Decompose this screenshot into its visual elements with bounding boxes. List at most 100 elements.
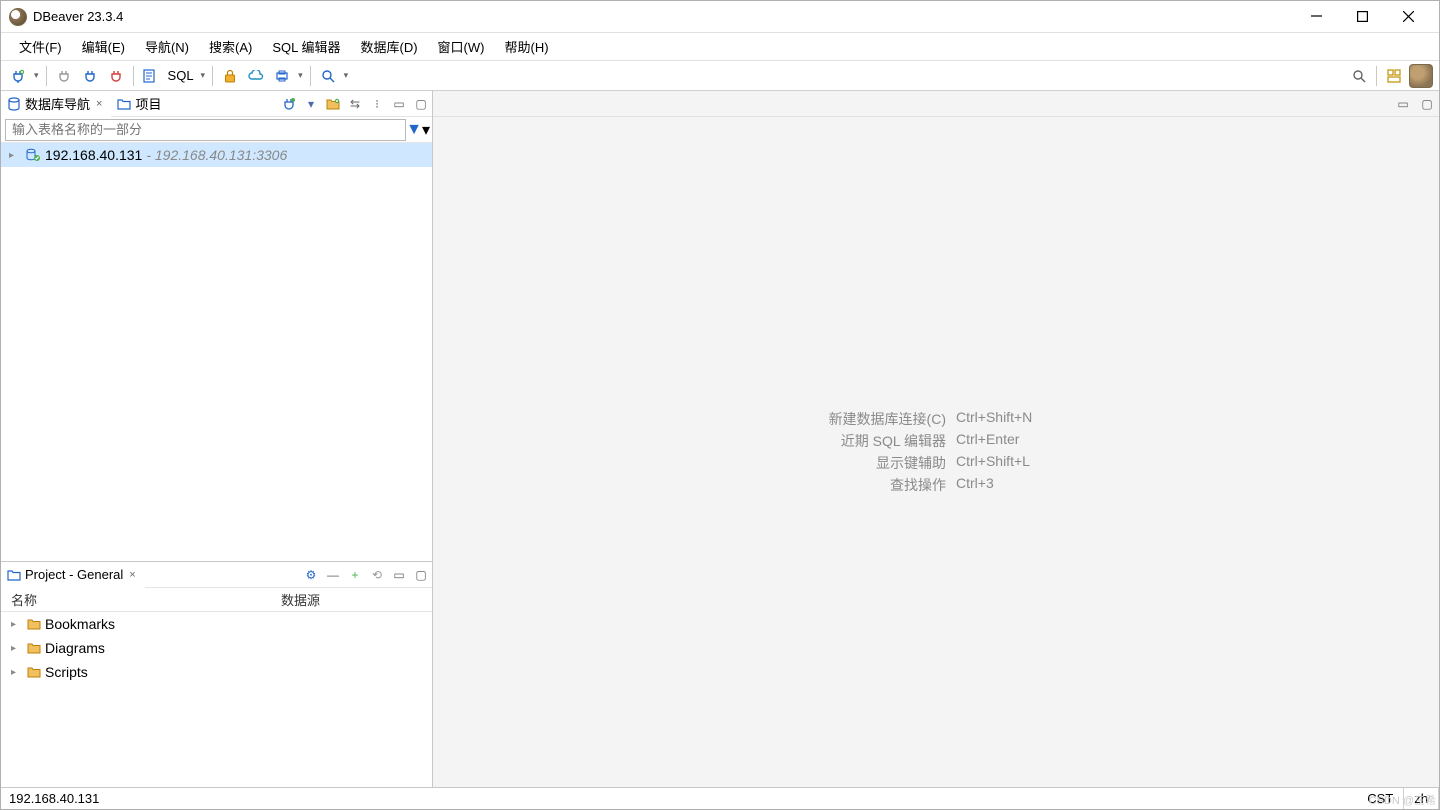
new-connection-button[interactable]: [7, 65, 29, 87]
item-label: Bookmarks: [45, 616, 115, 632]
close-icon[interactable]: ×: [127, 569, 137, 581]
editor-tab-row: ▭ ▢: [433, 91, 1439, 117]
column-datasource: 数据源: [281, 590, 320, 609]
tab-projects[interactable]: 项目: [111, 91, 168, 117]
connect-button[interactable]: [53, 65, 75, 87]
navigator-tree: ▸ 192.168.40.131 - 192.168.40.131:3306: [1, 143, 432, 561]
folder-icon: [27, 666, 41, 678]
reconnect-button[interactable]: [79, 65, 101, 87]
expand-icon[interactable]: ▸: [11, 643, 23, 654]
connection-meta: - 192.168.40.131:3306: [146, 147, 287, 163]
dbeaver-perspective-button[interactable]: [1409, 65, 1433, 87]
menu-sql-editor[interactable]: SQL 编辑器: [262, 34, 350, 59]
folder-icon: [27, 618, 41, 630]
minimize-panel-button[interactable]: ▢: [411, 94, 431, 114]
app-icon: [9, 8, 27, 26]
global-search-button[interactable]: [1348, 65, 1370, 87]
filter-button[interactable]: ▼: [406, 121, 422, 139]
navigator-filter-row: ▼ ▾: [1, 117, 432, 143]
dropdown-icon[interactable]: ▾: [198, 70, 209, 81]
menu-search[interactable]: 搜索(A): [199, 34, 262, 59]
navigator-tab-row: 数据库导航 × 项目 ▾ ⇆: [1, 91, 432, 117]
perspective-button[interactable]: [1383, 65, 1405, 87]
collapse-all-button[interactable]: ⇆: [345, 94, 365, 114]
menu-bar: 文件(F) 编辑(E) 导航(N) 搜索(A) SQL 编辑器 数据库(D) 窗…: [1, 33, 1439, 61]
welcome-hints: 新建数据库连接(C) Ctrl+Shift+N 近期 SQL 编辑器 Ctrl+…: [433, 117, 1439, 787]
project-panel: Project - General × ⚙ — + ⟲ ▭ ▢ 名称 数据源: [1, 562, 432, 787]
watermark: CSDN @三希: [1369, 792, 1436, 808]
disconnect-button[interactable]: [105, 65, 127, 87]
menu-window[interactable]: 窗口(W): [428, 34, 495, 59]
view-menu-button[interactable]: ▭: [389, 94, 409, 114]
navigator-filter-input[interactable]: [5, 119, 406, 141]
close-icon[interactable]: ×: [94, 98, 104, 110]
add-button[interactable]: +: [345, 565, 365, 585]
menu-navigate[interactable]: 导航(N): [135, 34, 199, 59]
hint-label: 查找操作: [796, 475, 956, 495]
menu-file[interactable]: 文件(F): [9, 34, 72, 59]
hint-shortcut: Ctrl+3: [956, 475, 1076, 495]
dropdown-icon[interactable]: ▾: [422, 120, 430, 140]
database-navigator-panel: 数据库导航 × 项目 ▾ ⇆: [1, 91, 432, 562]
hint-key-assist: 显示键辅助 Ctrl+Shift+L: [796, 453, 1076, 473]
menu-edit[interactable]: 编辑(E): [72, 34, 135, 59]
column-name: 名称: [1, 590, 281, 609]
configure-columns-button[interactable]: ⚙: [301, 565, 321, 585]
maximize-button[interactable]: [1339, 1, 1385, 33]
hint-label: 新建数据库连接(C): [796, 409, 956, 429]
item-label: Scripts: [45, 664, 88, 680]
folder-icon: [27, 642, 41, 654]
beaver-icon: [1409, 64, 1433, 88]
dropdown-icon[interactable]: ▾: [301, 94, 321, 114]
close-button[interactable]: [1385, 1, 1431, 33]
tab-label: 项目: [135, 94, 161, 113]
dropdown-icon[interactable]: ▾: [341, 70, 352, 81]
expand-icon[interactable]: ▸: [11, 667, 23, 678]
maximize-editor-button[interactable]: ▢: [1417, 94, 1437, 114]
editor-area: ▭ ▢ 新建数据库连接(C) Ctrl+Shift+N 近期 SQL 编辑器 C…: [433, 91, 1439, 787]
dropdown-icon[interactable]: ▾: [31, 70, 42, 81]
rollback-button[interactable]: [245, 65, 267, 87]
project-header-row: 名称 数据源: [1, 588, 432, 612]
item-label: Diagrams: [45, 640, 105, 656]
search-button[interactable]: [317, 65, 339, 87]
hint-new-connection: 新建数据库连接(C) Ctrl+Shift+N: [796, 409, 1076, 429]
new-connection-mini-button[interactable]: [279, 94, 299, 114]
project-tab-row: Project - General × ⚙ — + ⟲ ▭ ▢: [1, 562, 432, 588]
view-menu-button[interactable]: ▭: [389, 565, 409, 585]
project-item-scripts[interactable]: ▸ Scripts: [1, 660, 432, 684]
refresh-button[interactable]: ⟲: [367, 565, 387, 585]
hint-shortcut: Ctrl+Shift+N: [956, 409, 1076, 429]
hint-recent-sql: 近期 SQL 编辑器 Ctrl+Enter: [796, 431, 1076, 451]
minimize-button[interactable]: [1293, 1, 1339, 33]
tab-project-general[interactable]: Project - General ×: [1, 562, 145, 588]
hint-shortcut: Ctrl+Enter: [956, 431, 1076, 451]
status-bar: 192.168.40.131 CST zh: [1, 787, 1439, 809]
tab-label: 数据库导航: [25, 94, 90, 113]
expand-icon[interactable]: ▸: [11, 619, 23, 630]
dropdown-icon[interactable]: ▾: [295, 70, 306, 81]
status-host: 192.168.40.131: [1, 788, 109, 809]
hint-label: 近期 SQL 编辑器: [796, 431, 956, 451]
toolbar: ▾ SQL ▾ ▾ ▾: [1, 61, 1439, 91]
app-title: DBeaver 23.3.4: [33, 9, 123, 24]
mysql-icon: [25, 148, 41, 162]
link-editor-button[interactable]: ⁝: [367, 94, 387, 114]
tab-database-navigator[interactable]: 数据库导航 ×: [1, 91, 111, 117]
expand-icon[interactable]: ▸: [9, 150, 21, 161]
project-item-diagrams[interactable]: ▸ Diagrams: [1, 636, 432, 660]
menu-database[interactable]: 数据库(D): [351, 34, 428, 59]
hint-shortcut: Ctrl+Shift+L: [956, 453, 1076, 473]
menu-help[interactable]: 帮助(H): [494, 34, 558, 59]
sql-label: SQL: [164, 68, 198, 83]
new-folder-button[interactable]: [323, 94, 343, 114]
transaction-log-button[interactable]: [271, 65, 293, 87]
project-item-bookmarks[interactable]: ▸ Bookmarks: [1, 612, 432, 636]
minimize-panel-button[interactable]: ▢: [411, 565, 431, 585]
sql-editor-button[interactable]: [140, 65, 162, 87]
minimize-editor-button[interactable]: ▭: [1393, 94, 1413, 114]
connection-node[interactable]: ▸ 192.168.40.131 - 192.168.40.131:3306: [1, 143, 432, 167]
commit-button[interactable]: [219, 65, 241, 87]
hint-label: 显示键辅助: [796, 453, 956, 473]
collapse-button[interactable]: —: [323, 565, 343, 585]
